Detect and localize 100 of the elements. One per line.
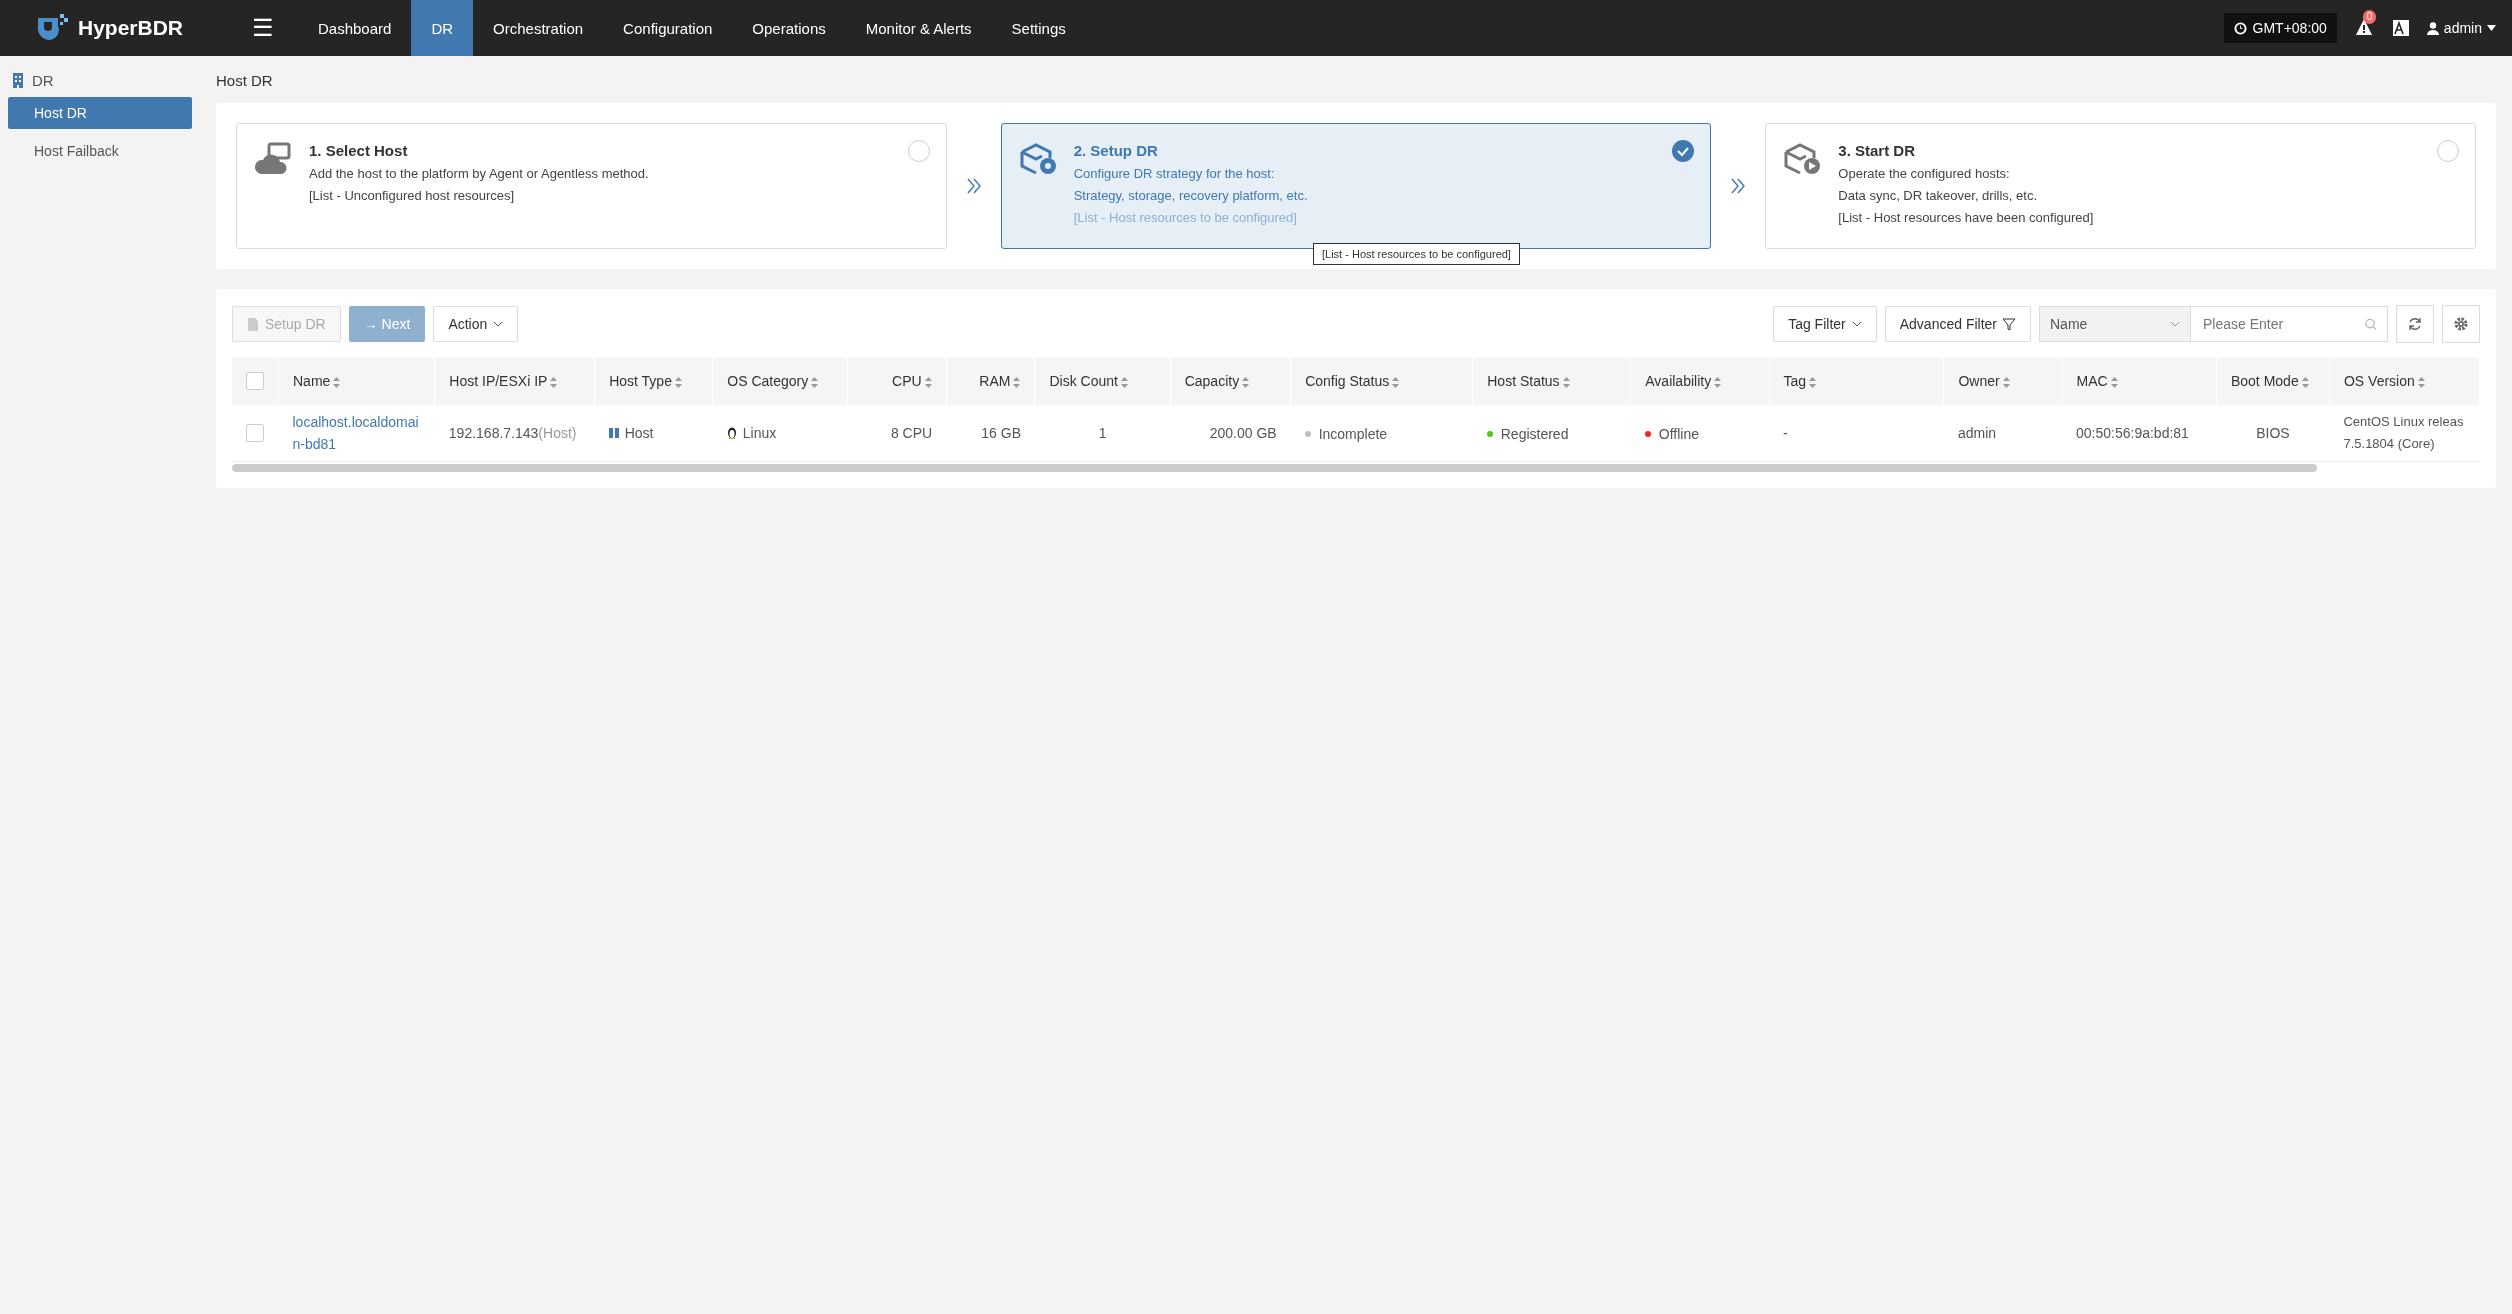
user-menu[interactable]: admin (2426, 20, 2496, 36)
nav-tab[interactable]: Orchestration (473, 0, 604, 56)
step-title: 1. Select Host (309, 142, 409, 159)
table-cell-text: 8 CPU (890, 425, 933, 441)
column-header[interactable]: Host Type (609, 373, 672, 389)
nav-tab[interactable]: Operations (732, 0, 846, 56)
sort-icon[interactable] (1809, 376, 1817, 388)
nav-tab[interactable]: Dashboard (298, 0, 412, 56)
check-circle-icon (1672, 140, 1695, 162)
column-header[interactable]: Availability (1645, 373, 1712, 389)
os-version-text: 7.5.1804 (Core) (2343, 435, 2436, 453)
column-header[interactable]: Name (293, 373, 331, 389)
sort-icon[interactable] (2110, 376, 2118, 388)
sort-icon[interactable] (1714, 376, 1722, 388)
caret-icon (2487, 25, 2496, 31)
sort-icon[interactable] (550, 376, 558, 388)
chevron-down-icon (1851, 321, 1862, 327)
sort-icon[interactable] (811, 376, 819, 388)
column-header[interactable]: OS Version (2343, 373, 2415, 389)
select-all-checkbox[interactable] (246, 372, 264, 390)
step-note: [List - Host resources to be configured] (1073, 209, 1298, 227)
tag-filter-dropdown[interactable]: Tag Filter (1773, 306, 1877, 342)
sort-icon[interactable] (1562, 376, 1570, 388)
sort-icon[interactable] (1392, 376, 1400, 388)
table-cell-text: BIOS (2256, 425, 2290, 441)
step-note: [List - Unconfigured host resources] (309, 187, 516, 205)
sidebar-item[interactable]: Host DR (8, 97, 192, 129)
step-card[interactable]: 3. Start DR Operate the configured hosts: Data sync, DR takeover, drills, etc. [List - Host resources have been configured] (1765, 123, 2476, 249)
os-category-text: Linux (742, 424, 777, 441)
column-header[interactable]: Tag (1783, 373, 1807, 389)
tooltip: [List - Host resources to be configured] (1313, 243, 1520, 265)
filter-icon (2003, 317, 2016, 331)
sort-icon[interactable] (2417, 376, 2425, 388)
status-text: Offline (1658, 426, 1699, 442)
os-version-text: CentOS Linux releas (2343, 413, 2465, 431)
translate-icon[interactable] (2392, 20, 2409, 36)
column-header[interactable]: Disk Count (1049, 373, 1118, 389)
table-cell-text: 200.00 GB (1209, 425, 1277, 441)
status-text: Incomplete (1318, 426, 1388, 442)
column-header[interactable]: Owner (1958, 373, 2000, 389)
menu-button[interactable]: ☰ (246, 13, 280, 43)
table-cell-text: 16 GB (981, 425, 1021, 441)
table-cell-text: - (1783, 425, 1788, 441)
advanced-filter-button[interactable]: Advanced Filter (1884, 306, 2031, 342)
timezone-button[interactable]: GMT+08:00 (2223, 13, 2337, 43)
sort-icon[interactable] (2301, 376, 2309, 388)
building-icon (12, 73, 24, 88)
step-note: [List - Host resources have been configured] (1838, 209, 2094, 227)
sort-icon[interactable] (1242, 376, 1250, 388)
penguin-icon (726, 426, 737, 439)
column-header[interactable]: Host Status (1487, 373, 1560, 389)
action-dropdown[interactable]: Action (433, 306, 519, 342)
table-cell-text: admin (1957, 425, 1997, 441)
search-scope-select[interactable]: Name (2040, 307, 2191, 341)
step-title: 2. Setup DR (1073, 142, 1159, 159)
step-card[interactable]: 1. Select Host Add the host to the platform by Agent or Agentless method. [List - Unconfigured host resources] (236, 123, 947, 249)
nav-tab[interactable]: Settings (991, 0, 1086, 56)
host-name-link[interactable]: localhost.localdomain-bd81 (292, 411, 421, 455)
step-card[interactable]: 2. Setup DR Configure DR strategy for the host: Strategy, storage, recovery platform, etc. [List - Host resources to be configured] (1000, 123, 1712, 249)
sidebar-item[interactable]: Host Failback (8, 135, 192, 167)
clock-icon (2233, 21, 2247, 35)
nav-tab[interactable]: Monitor & Alerts (845, 0, 992, 56)
radio-circle-icon (2437, 140, 2459, 162)
step-description: Operate the configured hosts: (1838, 165, 2011, 183)
column-header[interactable]: Config Status (1305, 373, 1390, 389)
sort-icon[interactable] (2002, 376, 2010, 388)
chevron-down-icon (493, 321, 504, 327)
horizontal-scrollbar[interactable] (232, 464, 2317, 472)
column-header[interactable]: RAM (979, 373, 1011, 389)
document-icon (247, 317, 259, 331)
settings-button[interactable] (2442, 305, 2480, 343)
sidebar-title: DR (32, 72, 54, 89)
column-header[interactable]: MAC (2076, 373, 2108, 389)
refresh-button[interactable] (2396, 305, 2434, 343)
column-header[interactable]: CPU (892, 373, 922, 389)
sort-icon[interactable] (1013, 376, 1021, 388)
status-text: Registered (1500, 426, 1569, 442)
double-chevron-icon (1731, 178, 1746, 194)
row-checkbox[interactable] (246, 424, 264, 442)
column-header[interactable]: Capacity (1184, 373, 1240, 389)
sort-icon[interactable] (674, 376, 682, 388)
double-chevron-icon (966, 178, 981, 194)
chevron-down-icon (2170, 321, 2180, 327)
step-description: Add the host to the platform by Agent or Agentless method. (309, 165, 649, 183)
table-cell-text: 1 (1098, 425, 1107, 441)
cloud-server-icon (253, 142, 293, 176)
sort-icon[interactable] (924, 376, 932, 388)
host-ip-text: 192.168.7.143(Host) (448, 425, 577, 441)
brand-name: HyperBDR (78, 16, 184, 40)
step-description: Configure DR strategy for the host: (1073, 165, 1276, 183)
sort-icon[interactable] (1120, 376, 1128, 388)
step-description: Data sync, DR takeover, drills, etc. (1838, 187, 2039, 205)
nav-tab[interactable]: Configuration (603, 0, 733, 56)
radio-circle-icon (907, 140, 930, 162)
page-title: Host DR (216, 72, 274, 89)
sort-icon[interactable] (333, 376, 341, 388)
settings-icon (2454, 317, 2468, 331)
refresh-icon (2408, 317, 2422, 331)
nav-tab[interactable]: DR (411, 0, 474, 56)
table-cell-text: 00:50:56:9a:bd:81 (2076, 425, 2189, 441)
